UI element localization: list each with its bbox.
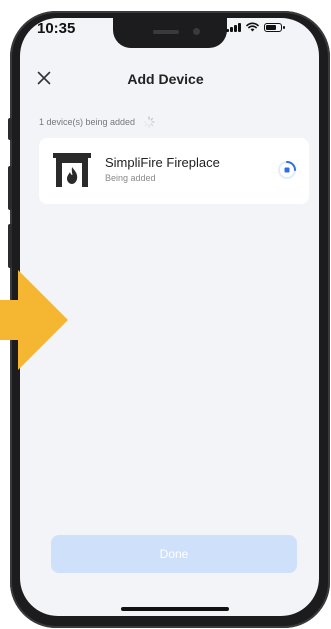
- volume-up-button: [8, 166, 12, 210]
- fireplace-icon: [53, 153, 91, 187]
- progress-text: 1 device(s) being added: [39, 117, 136, 127]
- done-button[interactable]: Done: [51, 535, 297, 573]
- volume-down-button: [8, 224, 12, 268]
- page-title: Add Device: [127, 71, 204, 87]
- speaker: [153, 30, 179, 34]
- device-name: SimpliFire Fireplace: [105, 155, 220, 170]
- progress-row: 1 device(s) being added: [39, 116, 155, 128]
- front-camera: [193, 28, 200, 35]
- loading-spinner-icon: [143, 116, 155, 128]
- device-card[interactable]: SimpliFire Fireplace Being added: [39, 138, 309, 204]
- mute-switch: [8, 118, 12, 140]
- battery-icon: [264, 22, 285, 32]
- status-icons: [226, 22, 285, 32]
- adding-progress-icon: [278, 161, 296, 179]
- cellular-signal-icon: [226, 22, 241, 32]
- status-time: 10:35: [37, 20, 76, 37]
- canvas: 10:35 Add Device 1 device(s) being added: [0, 0, 331, 629]
- wifi-icon: [246, 22, 259, 32]
- notch: [113, 18, 227, 48]
- home-indicator: [121, 607, 229, 611]
- device-status: Being added: [105, 173, 156, 183]
- pointer-arrow-icon: [0, 270, 68, 370]
